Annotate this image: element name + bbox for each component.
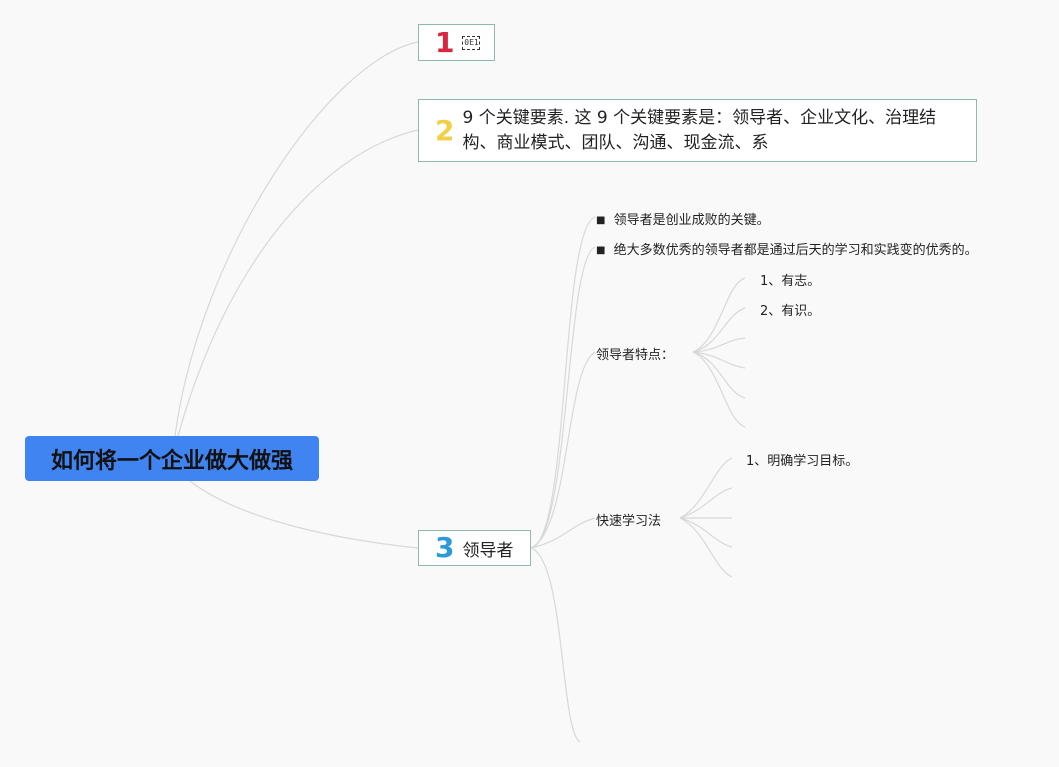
leader-note-1[interactable]: 领导者是创业成败的关键。 [596,209,770,228]
trait-item-2-text: 2、有识。 [760,304,821,319]
link-root-topic1 [174,41,419,437]
number-1-icon: 1 [435,25,455,59]
number-3-icon: 3 [435,531,455,564]
link-topic3-empty [530,547,581,743]
link-fast-empty4 [679,517,733,578]
leader-traits-node[interactable]: 领导者特点： [596,344,674,363]
fast-learning-label: 快速学习法 [596,514,662,529]
link-topic3-note1 [530,216,596,549]
root-title: 如何将一个企业做大做强 [50,448,293,474]
leader-note-1-text: 领导者是创业成败的关键。 [613,213,770,228]
link-root-topic3 [189,480,419,549]
trait-item-1[interactable]: 1、有志。 [760,270,820,289]
link-root-topic2 [177,129,419,437]
topic-3[interactable]: 3 领导者 [418,530,531,566]
fast-learning-node[interactable]: 快速学习法 [596,510,661,529]
trait-item-1-text: 1、有志。 [760,274,821,289]
link-traits-empty2 [692,351,746,369]
mind-map-canvas: 如何将一个企业做大做强 1 0E1 2 9 个关键要素. 这 9 个关键要素是：… [0,0,1059,767]
topic-3-label: 领导者 [462,540,514,561]
leader-traits-label: 领导者特点： [596,348,675,363]
root-topic[interactable]: 如何将一个企业做大做强 [25,436,319,481]
topic-1[interactable]: 1 0E1 [418,24,495,61]
link-fast-item1 [679,457,733,519]
link-traits-empty1 [692,337,746,353]
leader-note-2[interactable]: 绝大多数优秀的领导者都是通过后天的学习和实践变的优秀的。 [596,239,978,258]
leader-note-2-text: 绝大多数优秀的领导者都是通过后天的学习和实践变的优秀的。 [613,243,978,258]
number-2-icon: 2 [435,113,455,147]
fast-learning-item-1[interactable]: 1、明确学习目标。 [746,450,858,469]
link-topic3-fast [530,517,596,549]
link-traits-empty4 [692,351,746,428]
link-topic3-traits [530,351,596,549]
link-traits-item1 [692,277,746,353]
fast-learning-item-1-text: 1、明确学习目标。 [746,454,859,469]
topic-2-label: 9 个关键要素. 这 9 个关键要素是：领导者、企业文化、治理结构、商业模式、团… [462,107,937,153]
trait-item-2[interactable]: 2、有识。 [760,300,820,319]
missing-glyph-icon: 0E1 [462,35,481,50]
topic-2[interactable]: 2 9 个关键要素. 这 9 个关键要素是：领导者、企业文化、治理结构、商业模式… [418,99,977,162]
